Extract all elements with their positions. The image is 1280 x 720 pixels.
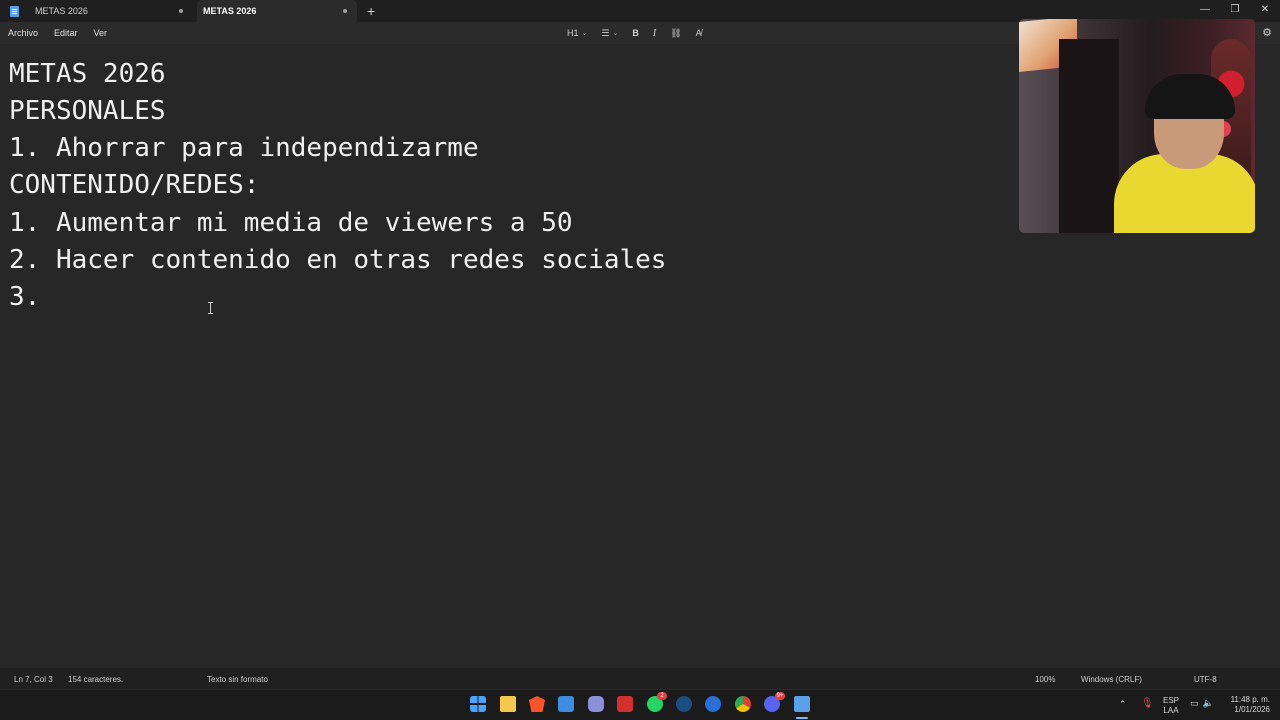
unsaved-dot-icon	[343, 9, 347, 13]
system-tray-icons[interactable]: ▭🔈	[1190, 698, 1218, 709]
clock-date: 1/01/2026	[1234, 705, 1270, 714]
notepad-app-icon	[10, 5, 19, 17]
close-button[interactable]: ✕	[1250, 0, 1280, 22]
discord-badge: 9+	[775, 692, 785, 700]
editor-line-6: 2. Hacer contenido en otras redes social…	[9, 245, 667, 275]
character-count: 154 caracteres.	[68, 675, 124, 684]
editor-line-4: CONTENIDO/REDES:	[9, 170, 260, 200]
encoding[interactable]: UTF-8	[1194, 675, 1217, 684]
line-ending[interactable]: Windows (CRLF)	[1081, 675, 1142, 684]
tab-metas-2026-inactive[interactable]: METAS 2026	[25, 0, 193, 22]
editor-line-2: PERSONALES	[9, 96, 166, 126]
heading-label: H1	[567, 28, 579, 38]
bold-button[interactable]: B	[632, 28, 639, 38]
notepad-taskbar-icon[interactable]	[794, 696, 810, 712]
tab-label: METAS 2026	[35, 6, 88, 16]
microphone-icon[interactable]: 🎙	[1141, 698, 1154, 709]
network-icon: ▭	[1190, 698, 1203, 708]
status-bar: Ln 7, Col 3 154 caracteres. Texto sin fo…	[0, 668, 1280, 689]
chevron-up-icon[interactable]: ⌃	[1119, 699, 1127, 710]
steam-icon[interactable]	[676, 696, 692, 712]
notepad-window: METAS 2026 METAS 2026 + — ❐ ✕ Archivo Ed…	[0, 0, 1280, 720]
editor-line-1: METAS 2026	[9, 59, 166, 89]
tab-label: METAS 2026	[203, 6, 257, 16]
text-cursor-icon	[208, 302, 216, 314]
keyboard-layout: LAA	[1163, 706, 1179, 715]
cursor-position: Ln 7, Col 3	[14, 675, 53, 684]
streaming-app-icon[interactable]	[617, 696, 633, 712]
zoom-level[interactable]: 100%	[1035, 675, 1055, 684]
windows-taskbar: 2 9+ ⌃ 🎙 ESP LAA ▭🔈 11:48 p. m. 1/01/202…	[0, 689, 1280, 720]
menu-view[interactable]: Ver	[94, 28, 108, 38]
chevron-down-icon: ⌄	[581, 30, 588, 37]
unsaved-dot-icon	[179, 9, 183, 13]
windows-start-icon[interactable]	[470, 696, 486, 712]
language-code: ESP	[1163, 696, 1180, 705]
webcam-overlay	[1019, 19, 1255, 233]
volume-icon: 🔈	[1202, 698, 1218, 708]
italic-button[interactable]: I	[653, 28, 656, 39]
chevron-down-icon: ⌄	[612, 30, 619, 37]
editor-line-5: 1. Aumentar mi media de viewers a 50	[9, 208, 573, 238]
heading-dropdown[interactable]: H1 ⌄	[567, 28, 587, 38]
link-icon: ⛓	[670, 27, 682, 38]
file-explorer-icon[interactable]	[500, 696, 516, 712]
active-app-indicator	[796, 717, 808, 719]
clear-format-icon: A̸	[695, 28, 702, 38]
store-icon[interactable]	[558, 696, 574, 712]
clock-time: 11:48 p. m.	[1230, 695, 1270, 704]
tab-metas-2026-active[interactable]: METAS 2026	[197, 0, 357, 22]
game-controller-icon[interactable]	[588, 696, 604, 712]
menu-file[interactable]: Archivo	[8, 28, 38, 38]
clock[interactable]: 11:48 p. m. 1/01/2026	[1224, 695, 1270, 715]
text-format[interactable]: Texto sin formato	[207, 675, 268, 684]
webcam-door	[1059, 39, 1119, 233]
format-toolbar: H1 ⌄ ☰ ⌄ B I ⛓ A̸	[560, 22, 709, 44]
chrome-icon[interactable]	[735, 696, 751, 712]
list-dropdown[interactable]: ☰ ⌄	[601, 28, 618, 39]
whatsapp-badge: 2	[657, 692, 667, 700]
link-button[interactable]: ⛓	[670, 28, 681, 39]
editor-line-7: 3.	[9, 282, 41, 312]
settings-gear-icon[interactable]: ⚙	[1262, 26, 1272, 39]
new-tab-button[interactable]: +	[367, 0, 375, 22]
list-icon: ☰	[601, 27, 610, 38]
editor-line-3: 1. Ahorrar para independizarme	[9, 133, 479, 163]
clear-format-button[interactable]: A̸	[696, 28, 702, 38]
brave-browser-icon[interactable]	[529, 696, 545, 712]
menu-edit[interactable]: Editar	[54, 28, 78, 38]
language-indicator[interactable]: ESP LAA	[1163, 696, 1179, 716]
app-icon-blue[interactable]	[705, 696, 721, 712]
